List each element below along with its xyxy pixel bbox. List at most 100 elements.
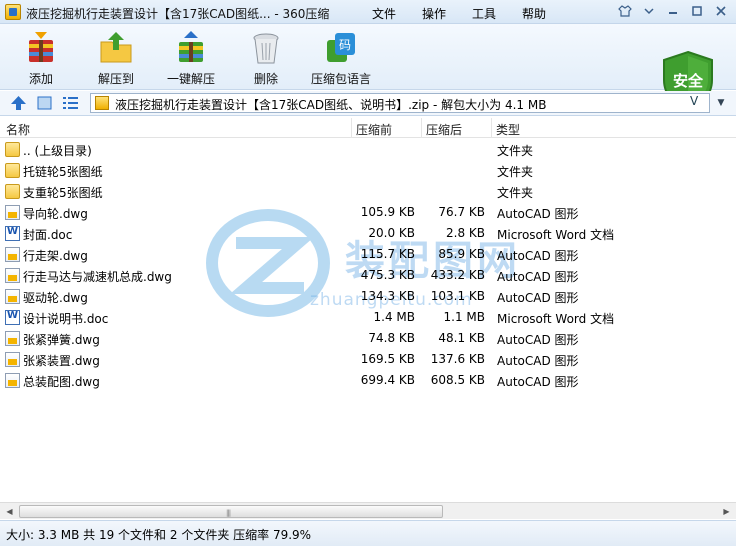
file-row[interactable]: 总装配图.dwg 699.4 KB 608.5 KB AutoCAD 图形 [0,370,736,391]
list-view-icon[interactable] [62,95,79,111]
file-packed-size: 2.8 KB [446,226,485,240]
file-row[interactable]: 设计说明书.doc 1.4 MB 1.1 MB Microsoft Word 文档 [0,307,736,328]
extract-to-button[interactable]: 解压到 [81,30,151,87]
file-row[interactable]: .. (上级目录) 文件夹 [0,139,736,160]
folder-icon [5,184,20,199]
file-list-header: 名称 压缩前 压缩后 类型 [0,118,736,138]
dwg-file-icon [5,373,20,388]
dwg-file-icon [5,331,20,346]
path-field[interactable]: 液压挖掘机行走装置设计【含17张CAD图纸、说明书】.zip - 解包大小为 4… [90,93,710,113]
svg-text:码: 码 [339,38,351,52]
menu-help[interactable]: 帮助 [522,5,546,22]
close-icon[interactable] [710,2,732,20]
file-row[interactable]: 张紧装置.dwg 169.5 KB 137.6 KB AutoCAD 图形 [0,349,736,370]
file-size: 115.7 KB [360,247,415,261]
file-packed-size: 1.1 MB [443,310,485,324]
scroll-left-icon[interactable]: ◀ [1,503,18,520]
one-click-extract-button[interactable]: 一键解压 [156,30,226,87]
file-name: 设计说明书.doc [23,312,109,326]
file-packed-size: 137.6 KB [430,352,485,366]
file-row[interactable]: 支重轮5张图纸 文件夹 [0,181,736,202]
trash-icon [248,30,284,66]
chevron-down-icon[interactable]: ▼ [712,95,730,111]
file-name: 行走马达与减速机总成.dwg [23,270,172,284]
menu-file[interactable]: 文件 [372,5,396,22]
archive-path: 液压挖掘机行走装置设计【含17张CAD图纸、说明书】.zip - 解包大小为 4… [115,98,547,112]
file-type: Microsoft Word 文档 [497,312,615,326]
menu-dropdown-icon[interactable] [638,2,660,20]
large-icon-view-icon[interactable] [36,95,53,111]
window-title: 液压挖掘机行走装置设计【含17张CAD图纸... - 360压缩 [26,7,330,21]
file-type: 文件夹 [497,144,534,158]
file-row[interactable]: 行走马达与减速机总成.dwg 475.3 KB 433.2 KB AutoCAD 图形 [0,265,736,286]
status-text: 大小: 3.3 MB 共 19 个文件和 2 个文件夹 压缩率 79.9% [6,528,312,542]
file-type: AutoCAD 图形 [497,270,579,284]
add-archive-icon [23,30,59,66]
file-type: 文件夹 [497,186,534,200]
file-size: 20.0 KB [368,226,415,240]
menu-action[interactable]: 操作 [422,5,446,22]
file-type: AutoCAD 图形 [497,207,579,221]
file-size: 74.8 KB [368,331,415,345]
minimize-icon[interactable] [662,2,684,20]
toolbar: 添加 解压到 一键解压 删除 码 压缩包语言 安全 [0,24,736,112]
file-row[interactable]: 封面.doc 20.0 KB 2.8 KB Microsoft Word 文档 [0,223,736,244]
dwg-file-icon [5,352,20,367]
column-packed[interactable]: 压缩后 [426,121,462,138]
column-size[interactable]: 压缩前 [356,121,392,138]
file-type: AutoCAD 图形 [497,291,579,305]
status-bar: 大小: 3.3 MB 共 19 个文件和 2 个文件夹 压缩率 79.9% [0,520,736,546]
dwg-file-icon [5,247,20,262]
file-row[interactable]: 驱动轮.dwg 134.3 KB 103.1 KB AutoCAD 图形 [0,286,736,307]
archive-language-button[interactable]: 码 压缩包语言 [306,30,376,87]
file-name: 导向轮.dwg [23,207,88,221]
column-name[interactable]: 名称 [6,121,30,138]
word-doc-icon [5,226,20,241]
scrollbar-thumb[interactable]: ||| [19,505,443,518]
file-type: AutoCAD 图形 [497,333,579,347]
file-name: 封面.doc [23,228,73,242]
file-row[interactable]: 张紧弹簧.dwg 74.8 KB 48.1 KB AutoCAD 图形 [0,328,736,349]
file-name: 行走架.dwg [23,249,88,263]
file-size: 105.9 KB [360,205,415,219]
add-button[interactable]: 添加 [6,30,76,87]
skin-icon[interactable] [614,2,636,20]
dwg-file-icon [5,289,20,304]
file-row[interactable]: 托链轮5张图纸 文件夹 [0,160,736,181]
file-packed-size: 433.2 KB [430,268,485,282]
file-packed-size: 48.1 KB [438,331,485,345]
zip-file-icon [95,96,109,110]
shield-label: 安全 [672,72,703,90]
file-list: .. (上级目录) 文件夹 托链轮5张图纸 文件夹 支重轮5张图纸 文件夹 导向轮.dwg 1… [0,139,736,501]
file-name: 张紧装置.dwg [23,354,100,368]
language-icon: 码 [323,30,359,66]
file-size: 475.3 KB [360,268,415,282]
address-glyph: V [690,94,699,108]
word-doc-icon [5,310,20,325]
file-name: 总装配图.dwg [23,375,100,389]
scroll-right-icon[interactable]: ▶ [718,503,735,520]
file-size: 699.4 KB [360,373,415,387]
dwg-file-icon [5,268,20,283]
horizontal-scrollbar[interactable]: ◀ ||| ▶ [0,502,736,519]
file-type: Microsoft Word 文档 [497,228,615,242]
delete-button[interactable]: 删除 [231,30,301,87]
menu-tools[interactable]: 工具 [472,5,496,22]
file-packed-size: 608.5 KB [430,373,485,387]
title-bar: 液压挖掘机行走装置设计【含17张CAD图纸... - 360压缩 文件 操作 工… [0,0,736,24]
folder-icon [5,142,20,157]
extract-folder-icon [98,30,134,66]
up-arrow-icon[interactable] [10,95,27,111]
menu-bar: 文件 操作 工具 帮助 [372,5,572,22]
file-type: 文件夹 [497,165,534,179]
window-controls [614,2,732,20]
file-name: .. (上级目录) [23,144,92,158]
file-type: AutoCAD 图形 [497,249,579,263]
one-click-extract-icon [173,30,209,66]
dwg-file-icon [5,205,20,220]
file-size: 169.5 KB [360,352,415,366]
column-type[interactable]: 类型 [496,121,520,138]
file-row[interactable]: 行走架.dwg 115.7 KB 85.9 KB AutoCAD 图形 [0,244,736,265]
maximize-icon[interactable] [686,2,708,20]
file-row[interactable]: 导向轮.dwg 105.9 KB 76.7 KB AutoCAD 图形 [0,202,736,223]
